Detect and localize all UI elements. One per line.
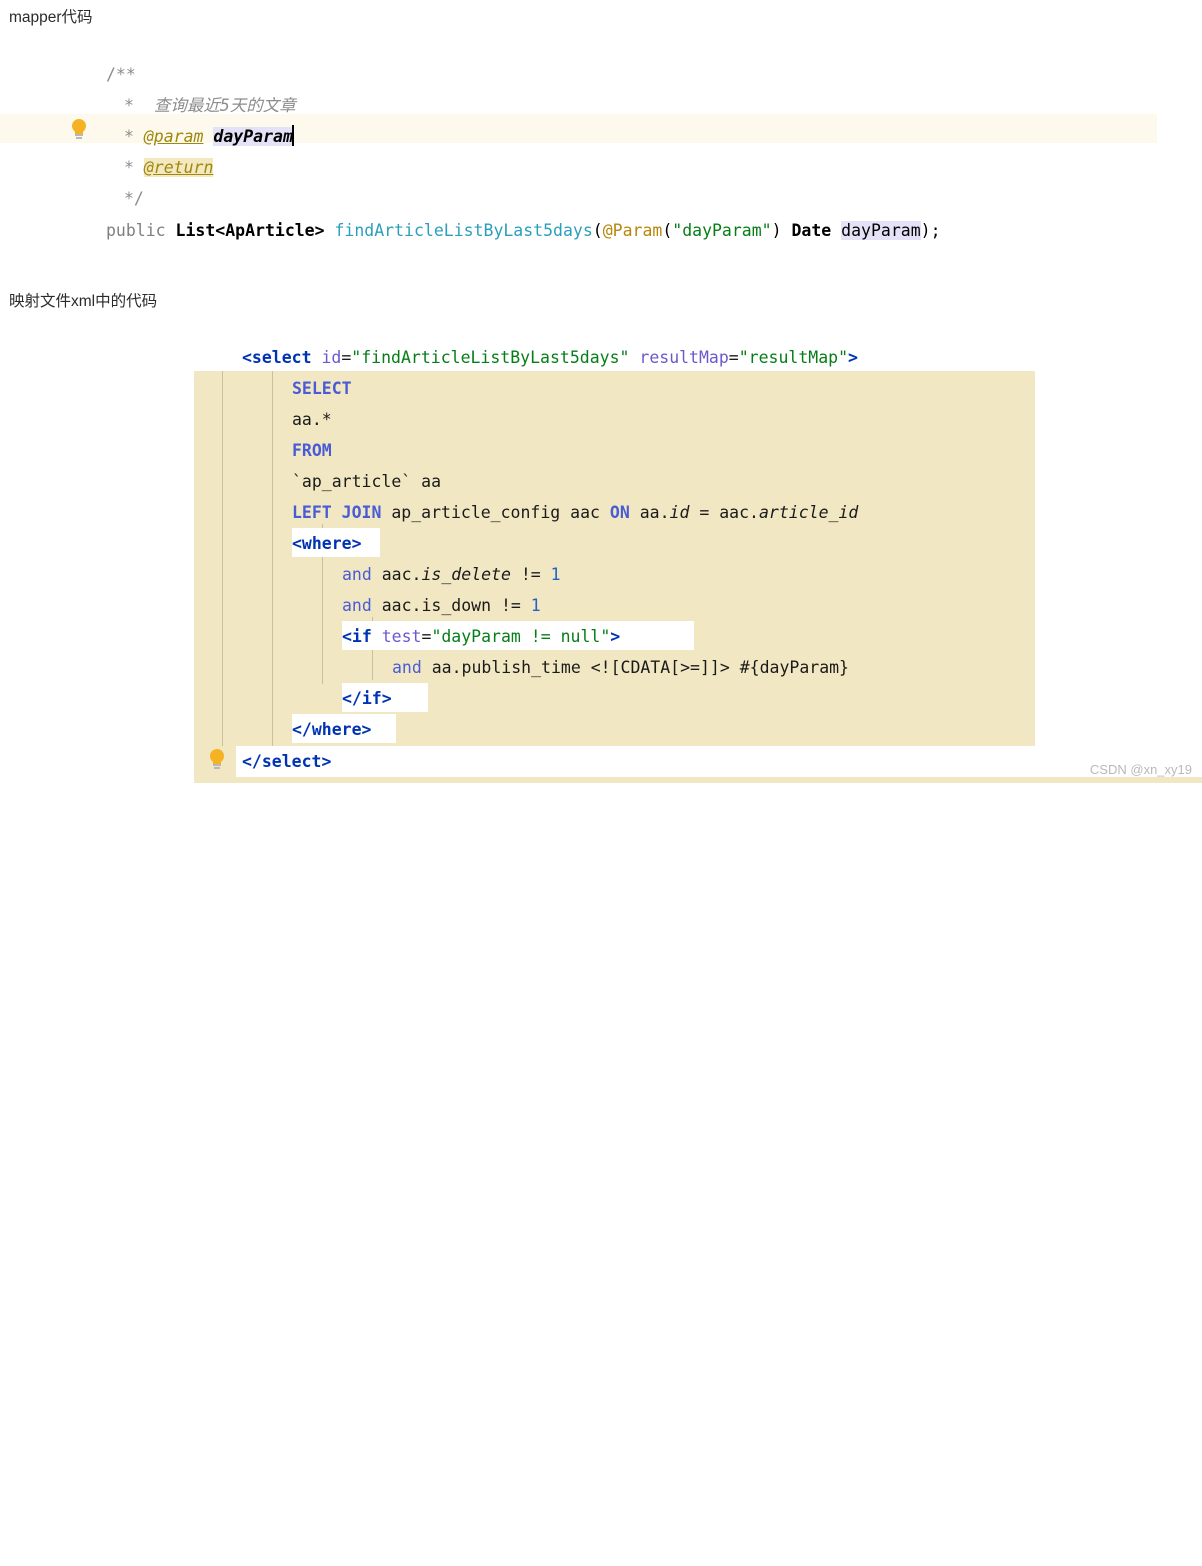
token-val-resultmap: "resultMap": [738, 348, 849, 367]
token-star-cols: aa.*: [292, 410, 332, 429]
token-tag-return: @return: [143, 158, 214, 177]
code-line-where-open: <where>: [292, 527, 362, 558]
code-line-table: `ap_article` aa: [292, 465, 441, 496]
token-join-table: ap_article_config aac: [391, 503, 600, 522]
code-line-doc-open: /**: [106, 58, 136, 91]
token-cond3-col: aa.publish_time: [431, 658, 581, 677]
token-neq-1: !=: [520, 565, 541, 584]
text-caret: [291, 125, 294, 146]
code-line-doc-close: */: [124, 182, 144, 215]
token-eq-3: =: [421, 627, 432, 646]
token-kw-on: ON: [609, 503, 630, 522]
token-attr-test: test: [381, 627, 422, 646]
token-on-right: aac.: [719, 503, 759, 522]
token-method-name: findArticleListByLast5days: [334, 221, 593, 240]
token-doc-open: /**: [106, 65, 136, 84]
code-line-from-kw: FROM: [292, 434, 332, 465]
token-param-type: Date: [791, 221, 832, 240]
token-bind-param: #{dayParam}: [739, 658, 849, 677]
token-select-open-tag: <select: [242, 348, 312, 367]
token-where-close: </where>: [292, 720, 372, 739]
code-line-cond-publish-time: and aa.publish_time <![CDATA[>=]]> #{day…: [392, 651, 849, 682]
indent-guide-1: [222, 371, 223, 746]
token-on-left: aa.: [639, 503, 670, 522]
code-line-method-signature: public List<ApArticle> findArticleListBy…: [106, 214, 941, 247]
indent-guide-2: [272, 371, 273, 746]
token-one-1: 1: [550, 565, 561, 584]
code-line-where-close: </where>: [292, 713, 371, 744]
token-kw-from: FROM: [292, 441, 332, 460]
page-title-xml: 映射文件xml中的代码: [9, 293, 158, 310]
token-anno-open: (: [662, 221, 673, 240]
token-tag-param: @param: [143, 127, 204, 146]
token-semicolon: ;: [930, 221, 941, 240]
token-and-2: and: [342, 596, 372, 615]
code-line-return: * @return: [124, 151, 214, 184]
xml-code-block[interactable]: <select id="findArticleListByLast5days" …: [0, 338, 1202, 783]
token-param-name: dayParam: [213, 127, 293, 146]
token-open-paren: (: [592, 221, 603, 240]
token-gt-1: >: [848, 348, 858, 367]
token-if-open-tag: <if: [342, 627, 372, 646]
token-table-ref: `ap_article` aa: [292, 472, 442, 491]
token-where-open: <where>: [292, 534, 362, 553]
code-line-columns: aa.*: [292, 403, 332, 434]
code-line-left-join: LEFT JOIN ap_article_config aac ON aa.id…: [292, 496, 858, 527]
token-on-left-col: id: [669, 503, 690, 522]
token-eq-2: =: [728, 348, 739, 367]
token-cond1-field: is_delete: [421, 565, 511, 584]
token-modifier: public: [106, 221, 166, 240]
watermark: CSDN @xn_xy19: [1089, 762, 1192, 777]
lightbulb-icon[interactable]: [206, 748, 228, 772]
token-doc-star-2: *: [124, 127, 134, 146]
token-neq-2: !=: [500, 596, 521, 615]
token-one-2: 1: [530, 596, 541, 615]
token-doc-close: */: [124, 189, 144, 208]
token-kw-select: SELECT: [292, 379, 352, 398]
token-anno-close: ): [771, 221, 782, 240]
token-doc-star: *: [124, 96, 134, 115]
token-and-3: and: [392, 658, 422, 677]
code-line-cond-is-down: and aac.is_down != 1: [342, 589, 541, 620]
token-cdata: <![CDATA[>=]]>: [590, 658, 730, 677]
token-attr-id: id: [321, 348, 342, 367]
token-kw-left-join: LEFT JOIN: [292, 503, 382, 522]
token-doc-star-3: *: [124, 158, 134, 177]
code-line-select-open: <select id="findArticleListByLast5days" …: [242, 341, 858, 372]
code-line-if-open: <if test="dayParam != null">: [342, 620, 620, 651]
token-attr-resultmap: resultMap: [639, 348, 729, 367]
token-val-test: "dayParam != null": [431, 627, 611, 646]
code-line-select-close: </select>: [242, 745, 331, 776]
token-cond2-col: aac.is_down: [381, 596, 492, 615]
token-val-id: "findArticleListByLast5days": [351, 348, 630, 367]
token-arg-name: dayParam: [841, 221, 921, 240]
token-if-close: </if>: [342, 689, 392, 708]
java-code-block[interactable]: /** * 查询最近5天的文章 * @param dayParam * @ret…: [0, 56, 1202, 246]
page-title-mapper: mapper代码: [9, 9, 93, 26]
token-eq-1: =: [341, 348, 352, 367]
code-line-if-close: </if>: [342, 682, 392, 713]
lightbulb-icon[interactable]: [68, 118, 90, 142]
token-doc-summary: 查询最近5天的文章: [153, 96, 296, 115]
code-line-select-kw: SELECT: [292, 372, 352, 403]
token-close-paren: ): [920, 221, 931, 240]
code-line-doc-summary: * 查询最近5天的文章: [124, 89, 296, 122]
code-line-param: * @param dayParam: [124, 120, 294, 153]
token-anno-string: "dayParam": [672, 221, 772, 240]
token-select-close: </select>: [242, 752, 332, 771]
token-on-eq: =: [699, 503, 710, 522]
token-on-right-col: article_id: [758, 503, 859, 522]
token-gt-2: >: [610, 627, 621, 646]
token-cond1-col: aac.: [381, 565, 422, 584]
token-return-type: List<ApArticle>: [175, 221, 325, 240]
unselected-run-select-close: [236, 746, 1202, 777]
code-line-cond-is-delete: and aac.is_delete != 1: [342, 558, 561, 589]
token-and-1: and: [342, 565, 372, 584]
token-annotation: @Param: [602, 221, 663, 240]
